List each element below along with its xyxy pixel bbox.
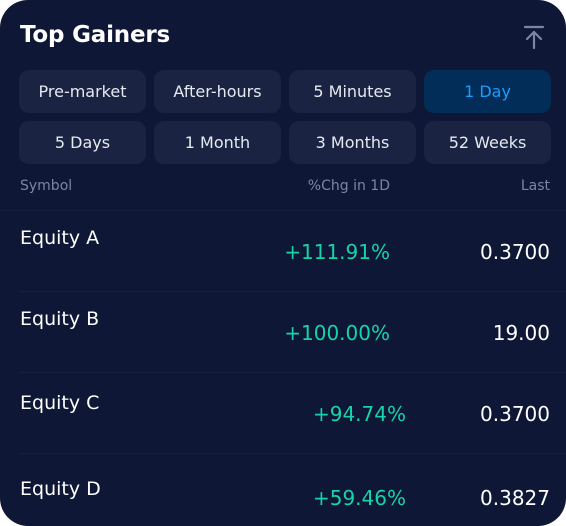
row-change: +94.74% <box>312 402 406 426</box>
column-header-symbol: Symbol <box>20 178 73 194</box>
gainers-list: Equity A +111.91% 0.3700 Equity B +100.0… <box>0 211 566 526</box>
filter-1-month[interactable]: 1 Month <box>154 121 281 164</box>
filter-pre-market[interactable]: Pre-market <box>19 70 146 113</box>
table-row[interactable]: Equity D +59.46% 0.3827 <box>20 454 566 526</box>
card-header: Top Gainers <box>20 20 550 56</box>
row-last-price: 0.3700 <box>480 240 550 264</box>
top-gainers-card: Top Gainers Pre-market After-hours 5 Min… <box>0 0 566 526</box>
filter-after-hours[interactable]: After-hours <box>154 70 281 113</box>
card-title: Top Gainers <box>20 22 170 48</box>
table-row[interactable]: Equity A +111.91% 0.3700 <box>20 211 566 292</box>
table-row[interactable]: Equity C +94.74% 0.3700 <box>20 373 566 454</box>
row-last-price: 19.00 <box>492 321 550 345</box>
row-symbol: Equity A <box>20 227 100 249</box>
filter-5-minutes[interactable]: 5 Minutes <box>289 70 416 113</box>
arrow-up-to-line-icon <box>523 25 545 50</box>
period-filter-group: Pre-market After-hours 5 Minutes 1 Day 5… <box>19 70 551 164</box>
row-change: +59.46% <box>312 486 406 510</box>
row-last-price: 0.3700 <box>480 402 550 426</box>
filter-5-days[interactable]: 5 Days <box>19 121 146 164</box>
filter-1-day[interactable]: 1 Day <box>424 70 551 113</box>
table-row[interactable]: Equity B +100.00% 19.00 <box>20 292 566 373</box>
column-header-change[interactable]: %Chg in 1D <box>308 178 390 194</box>
row-change: +111.91% <box>284 240 390 264</box>
scroll-to-top-button[interactable] <box>522 24 546 50</box>
filter-52-weeks[interactable]: 52 Weeks <box>424 121 551 164</box>
row-last-price: 0.3827 <box>480 486 550 510</box>
row-symbol: Equity D <box>20 478 101 500</box>
column-header-last[interactable]: Last <box>521 178 550 194</box>
filter-3-months[interactable]: 3 Months <box>289 121 416 164</box>
table-header: Symbol %Chg in 1D Last <box>20 178 550 198</box>
row-symbol: Equity C <box>20 392 100 414</box>
row-symbol: Equity B <box>20 308 100 330</box>
row-change: +100.00% <box>284 321 390 345</box>
